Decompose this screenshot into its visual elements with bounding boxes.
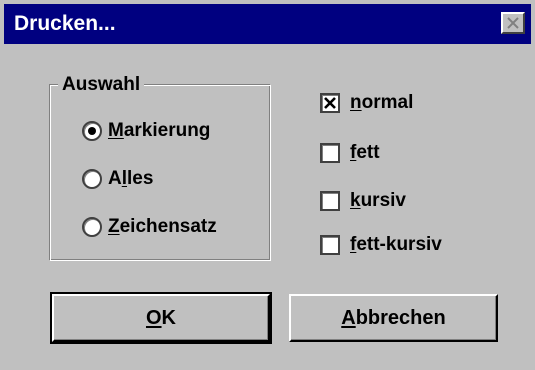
checkbox[interactable] [320, 143, 340, 163]
print-dialog: Drucken... Auswahl Markierung Alles Zeic… [0, 0, 535, 370]
checkbox-checked[interactable] [320, 93, 340, 113]
checkbox-label-kursiv: kursiv [350, 190, 406, 211]
radio-button[interactable] [82, 169, 102, 189]
radio-markierung[interactable]: Markierung [82, 119, 210, 143]
radio-zeichensatz[interactable]: Zeichensatz [82, 215, 217, 239]
close-icon [507, 17, 519, 29]
cancel-button-label: Abbrechen [341, 307, 446, 329]
checkbox-label-normal: normal [350, 92, 414, 113]
ok-button-label: OK [145, 307, 176, 329]
selection-group-legend: Auswahl [58, 73, 145, 97]
cancel-button[interactable]: Abbrechen [289, 294, 498, 342]
checkbox-normal[interactable]: normal [320, 91, 413, 115]
checkbox-fett[interactable]: fett [320, 141, 380, 165]
radio-button[interactable] [82, 217, 102, 237]
radio-label-markierung: Markierung [108, 120, 211, 141]
radio-label-alles: Alles [108, 168, 154, 189]
radio-button-selected[interactable] [82, 121, 102, 141]
close-button[interactable] [501, 12, 525, 34]
checkbox-label-fett-kursiv: fett-kursiv [350, 234, 442, 255]
checkbox-kursiv[interactable]: kursiv [320, 189, 406, 213]
title-bar: Drucken... [4, 4, 531, 44]
checkbox-label-fett: fett [350, 142, 380, 163]
radio-alles[interactable]: Alles [82, 167, 153, 191]
radio-label-zeichensatz: Zeichensatz [108, 216, 217, 237]
checkbox[interactable] [320, 235, 340, 255]
checkbox[interactable] [320, 191, 340, 211]
check-x-icon [324, 97, 336, 109]
checkbox-fett-kursiv[interactable]: fett-kursiv [320, 233, 442, 257]
dialog-title: Drucken... [14, 12, 116, 35]
ok-button[interactable]: OK [50, 292, 272, 344]
